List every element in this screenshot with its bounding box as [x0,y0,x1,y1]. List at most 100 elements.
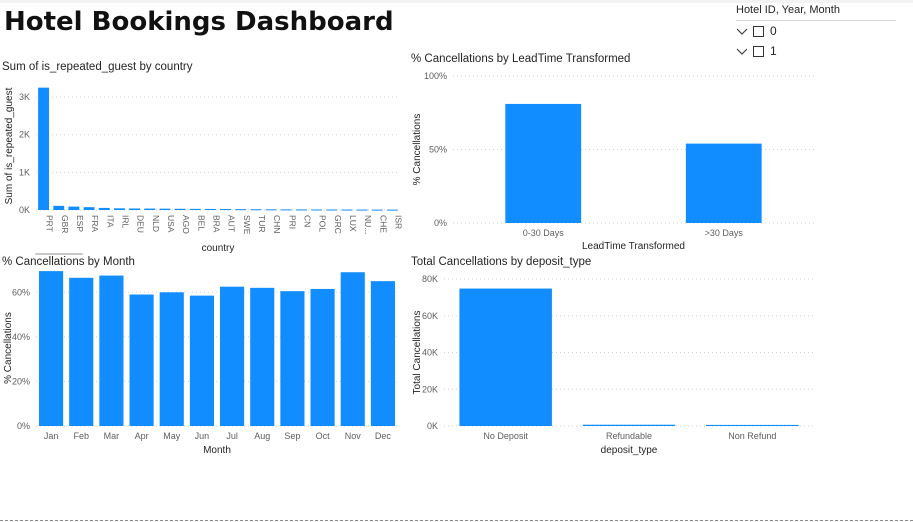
bar[interactable] [386,209,398,211]
country-bar-chart: 0K 1K 2K 3K PRT GBR ESP FRA ITA IRL DEU NLD USA AGO BE… [4,87,402,254]
y-tick-label: 60% [12,287,30,297]
deposit-bar-chart: 0K 20K 40K 60K 80K No Deposit Refundable Non Re… [412,274,814,456]
x-tick-label: TUR [257,215,267,232]
x-tick-label: Jan [44,431,59,441]
x-tick-label: >30 Days [705,228,744,238]
bar[interactable] [505,103,582,223]
x-tick-label: 0-30 Days [523,228,565,238]
x-tick-label: SWE [242,215,252,235]
bar[interactable] [204,208,216,210]
x-tick-label: ITA [105,215,115,228]
bar[interactable] [38,87,50,210]
bar[interactable] [371,209,383,211]
x-tick-label: IRL [120,215,130,229]
x-tick-label: Non Refund [728,431,776,441]
x-axis-title: LeadTime Transformed [582,241,685,252]
bar[interactable] [340,272,365,426]
y-tick-label: 0% [17,421,30,431]
bar[interactable] [98,207,110,210]
bar[interactable] [235,209,247,211]
bar[interactable] [582,424,676,426]
x-tick-label: Apr [135,431,149,441]
x-tick-label: Sep [284,431,300,441]
y-tick-label: 60K [422,311,438,321]
x-tick-label: Feb [73,431,89,441]
x-tick-label: Refundable [606,431,652,441]
bar[interactable] [189,208,201,210]
bar[interactable] [706,424,799,426]
x-tick-label: Aug [254,431,270,441]
chevron-down-icon[interactable] [736,24,748,36]
x-tick-label: May [163,431,181,441]
bar[interactable] [280,209,292,211]
y-tick-label: 1K [19,167,30,177]
bar[interactable] [220,209,232,211]
x-tick-label: AUT [227,215,237,232]
country-chart-visual[interactable]: Sum of is_repeated_guest by country 0K 1K… [0,58,402,256]
bar[interactable] [113,208,125,210]
deposit-chart-visual[interactable]: Total Cancellations by deposit_type 0K 20… [408,254,818,458]
bar[interactable] [129,208,141,210]
bar[interactable] [99,275,124,426]
bar[interactable] [189,295,214,426]
x-tick-label: Jul [226,431,238,441]
y-axis-title: % Cancellations [3,312,14,384]
x-tick-label: NU... [363,215,373,234]
y-tick-label: 20K [422,384,438,394]
x-tick-label: ISR [393,215,402,229]
x-axis-title: deposit_type [601,445,658,456]
x-tick-label: LUX [348,215,358,232]
y-tick-label: 0K [19,205,30,215]
bar[interactable] [265,209,277,211]
bar[interactable] [356,209,368,211]
bar[interactable] [220,286,245,426]
bar[interactable] [144,208,156,210]
checkbox[interactable] [753,26,764,37]
bar[interactable] [129,294,154,426]
y-tick-label: 50% [429,145,447,155]
bar[interactable] [459,288,552,426]
bar[interactable] [39,271,64,426]
y-tick-label: 40% [12,332,30,342]
bar[interactable] [370,281,395,426]
bar[interactable] [295,209,307,211]
bar[interactable] [53,205,65,210]
x-tick-label: USA [166,215,176,233]
bar[interactable] [341,209,353,211]
bar[interactable] [311,209,323,211]
x-tick-label: Dec [375,431,392,441]
bar[interactable] [326,209,338,211]
y-tick-label: 3K [19,92,30,102]
bar[interactable] [69,277,94,426]
x-tick-label: PRT [45,215,55,232]
slicer-divider [736,20,896,21]
leadtime-chart-visual[interactable]: % Cancellations by LeadTime Transformed … [408,50,818,256]
bar[interactable] [83,207,95,210]
x-tick-label: CHN [272,215,282,233]
y-tick-label: 2K [19,130,30,140]
month-chart-visual[interactable]: % Cancellations by Month 0% 20% 40% 60% Jan F… [0,254,402,458]
slicer-item-0[interactable]: 0 [736,23,796,39]
y-tick-label: 20% [12,376,30,386]
bar[interactable] [250,287,275,426]
bar[interactable] [685,143,762,223]
bar[interactable] [174,208,186,210]
y-axis-title: Total Cancellations [412,311,423,395]
x-tick-label: Mar [104,431,120,441]
x-tick-label: GRC [333,215,343,234]
dashboard-title: Hotel Bookings Dashboard [4,7,394,37]
x-tick-label: NLD [151,215,161,232]
leadtime-bar-chart: 0% 50% 100% 0-30 Days >30 Days LeadTime Trans… [412,71,814,252]
x-tick-label: CN [302,215,312,227]
x-tick-label: DEU [136,215,146,233]
y-tick-label: 40K [422,348,438,358]
bar[interactable] [310,288,335,426]
bar[interactable] [68,206,80,210]
x-tick-label: Nov [345,431,362,441]
bar[interactable] [159,292,184,426]
month-bar-chart: 0% 20% 40% 60% Jan Feb Mar Apr May Jun Jul Aug Sep Oc… [3,271,398,456]
x-tick-label: PRI [287,215,297,229]
bar[interactable] [159,208,171,210]
bar[interactable] [250,209,262,211]
bar[interactable] [280,291,305,426]
